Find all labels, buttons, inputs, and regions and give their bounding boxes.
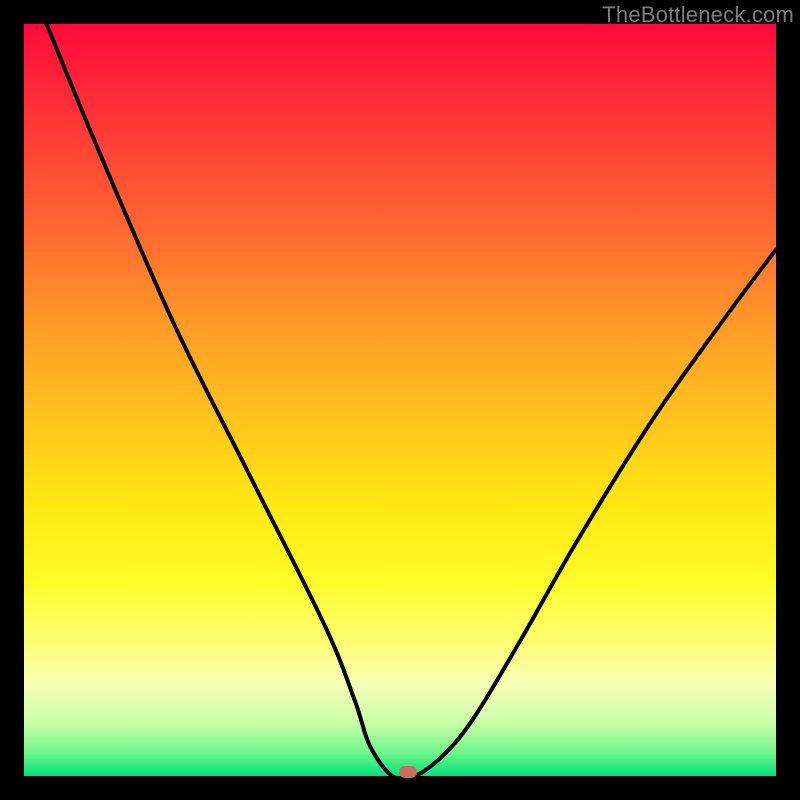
bottleneck-curve: [24, 24, 776, 776]
plot-area: [24, 24, 776, 776]
curve-path: [47, 24, 776, 776]
min-marker: [399, 766, 417, 778]
chart-frame: TheBottleneck.com: [0, 0, 800, 800]
